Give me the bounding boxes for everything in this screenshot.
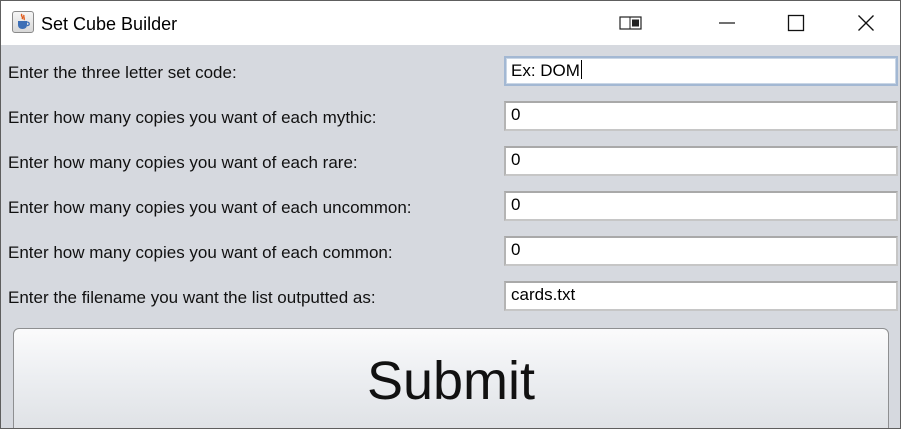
close-icon	[858, 15, 874, 31]
minimize-button[interactable]	[699, 1, 755, 45]
rare-copies-label: Enter how many copies you want of each r…	[8, 153, 358, 172]
set-code-label: Enter the three letter set code:	[8, 63, 237, 82]
form-panel: Enter the three letter set code: Ex: DOM…	[1, 45, 900, 428]
form-row-set-code: Enter the three letter set code: Ex: DOM	[1, 45, 900, 90]
filename-label: Enter the filename you want the list out…	[8, 288, 376, 307]
submit-button[interactable]: Submit	[13, 328, 889, 428]
rare-copies-input[interactable]: 0	[504, 146, 898, 176]
set-code-input[interactable]: Ex: DOM	[504, 56, 898, 86]
form-row-common: Enter how many copies you want of each c…	[1, 225, 900, 270]
maximize-icon	[787, 14, 805, 32]
snap-layout-icon	[619, 16, 642, 30]
app-window: Set Cube Builder Enter the three letter …	[0, 0, 901, 429]
mythic-copies-label: Enter how many copies you want of each m…	[8, 108, 377, 127]
minimize-icon	[719, 22, 735, 24]
uncommon-copies-input[interactable]: 0	[504, 191, 898, 221]
window-title: Set Cube Builder	[41, 14, 178, 34]
filename-input[interactable]: cards.txt	[504, 281, 898, 311]
set-code-value: Ex: DOM	[511, 61, 580, 80]
close-button[interactable]	[838, 1, 894, 45]
common-copies-label: Enter how many copies you want of each c…	[8, 243, 393, 262]
form-row-rare: Enter how many copies you want of each r…	[1, 135, 900, 180]
text-caret	[580, 60, 582, 79]
form-row-mythic: Enter how many copies you want of each m…	[1, 90, 900, 135]
snap-layout-button[interactable]	[603, 1, 659, 45]
maximize-button[interactable]	[768, 1, 824, 45]
common-copies-input[interactable]: 0	[504, 236, 898, 266]
title-bar[interactable]: Set Cube Builder	[1, 1, 900, 45]
form-row-uncommon: Enter how many copies you want of each u…	[1, 180, 900, 225]
form-row-filename: Enter the filename you want the list out…	[1, 270, 900, 315]
uncommon-copies-label: Enter how many copies you want of each u…	[8, 198, 412, 217]
java-cup-icon[interactable]	[12, 11, 34, 33]
mythic-copies-input[interactable]: 0	[504, 101, 898, 131]
